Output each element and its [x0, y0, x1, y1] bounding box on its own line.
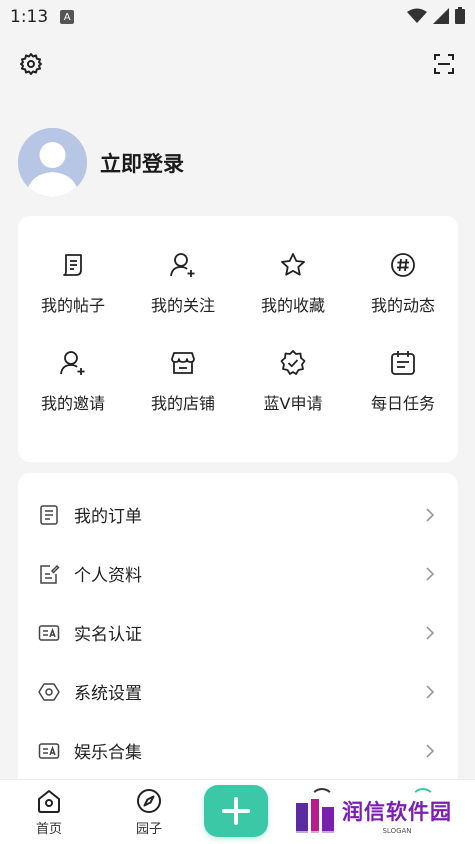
- list-item-system-settings[interactable]: 系统设置: [18, 662, 458, 721]
- scan-button[interactable]: [430, 50, 458, 78]
- grid-label: 蓝V申请: [263, 394, 323, 413]
- verified-badge-icon: [280, 350, 306, 375]
- nav-home-label: 首页: [35, 822, 62, 837]
- list-label: 我的订单: [74, 507, 142, 527]
- grid-item-my-invites[interactable]: 我的邀请: [18, 348, 128, 414]
- posts-icon: [63, 254, 82, 276]
- grid-label: 我的关注: [150, 296, 215, 315]
- hashtag-icon: [391, 253, 415, 277]
- store-icon: [171, 352, 195, 374]
- battery-icon: [455, 7, 465, 24]
- grid-item-my-activity[interactable]: 我的动态: [348, 250, 458, 316]
- list-item-my-orders[interactable]: 我的订单: [18, 485, 458, 544]
- login-link[interactable]: 立即登录: [100, 148, 184, 178]
- grid-label: 我的动态: [370, 296, 435, 315]
- list-label: 个人资料: [74, 566, 142, 586]
- status-time: 1:13: [10, 7, 49, 27]
- grid-item-my-follows[interactable]: 我的关注: [128, 250, 238, 316]
- edit-profile-icon: [40, 564, 60, 584]
- chevron-right-icon: [426, 507, 435, 522]
- list-label: 实名认证: [74, 625, 142, 645]
- notification-a-icon: A: [60, 10, 75, 24]
- calendar-icon: [391, 351, 415, 375]
- star-icon: [281, 253, 305, 276]
- grid-item-daily-tasks[interactable]: 每日任务: [348, 348, 458, 414]
- invite-icon: [60, 351, 85, 375]
- grid-label: 我的店铺: [150, 394, 215, 413]
- menu-list-card: 我的订单 个人资料 实名认证 系统设置 娱乐合集: [18, 473, 458, 813]
- grid-label: 我的收藏: [260, 296, 325, 315]
- grid-label: 我的帖子: [40, 296, 105, 315]
- list-label: 系统设置: [74, 684, 142, 704]
- scan-icon: [434, 54, 454, 74]
- status-bar: 1:13 A: [0, 0, 475, 34]
- nav-garden[interactable]: 园子: [119, 788, 179, 837]
- settings-gear-button[interactable]: [17, 50, 45, 78]
- list-item-personal-info[interactable]: 个人资料: [18, 544, 458, 603]
- watermark: 润信软件园 SLOGAN: [294, 796, 452, 835]
- order-icon: [40, 504, 58, 525]
- watermark-title: 润信软件园: [342, 800, 452, 824]
- home-icon: [38, 790, 60, 813]
- plus-icon: [222, 797, 250, 825]
- grid-item-blue-v-apply[interactable]: 蓝V申请: [238, 348, 348, 414]
- add-post-button[interactable]: [204, 785, 268, 837]
- avatar[interactable]: [18, 128, 87, 197]
- chevron-right-icon: [426, 625, 435, 640]
- watermark-slogan: SLOGAN: [382, 827, 412, 835]
- default-avatar-icon: [18, 128, 87, 197]
- signal-icon: [433, 7, 449, 24]
- chevron-right-icon: [426, 684, 435, 699]
- nav-garden-label: 园子: [135, 822, 162, 837]
- entertainment-icon: [38, 742, 60, 759]
- compass-icon: [137, 789, 161, 813]
- quick-actions-card: 我的帖子 我的关注 我的收藏 我的动态 我的邀请 我的店铺 蓝V申请 每日任务: [18, 216, 458, 462]
- id-card-icon: [38, 624, 60, 641]
- grid-item-my-posts[interactable]: 我的帖子: [18, 250, 128, 316]
- list-item-entertainment[interactable]: 娱乐合集: [18, 721, 458, 780]
- profile-header[interactable]: 立即登录: [18, 128, 184, 197]
- status-indicators: [407, 7, 465, 24]
- chevron-right-icon: [426, 743, 435, 758]
- grid-item-my-favorites[interactable]: 我的收藏: [238, 250, 348, 316]
- list-label: 娱乐合集: [74, 743, 142, 763]
- gear-icon: [20, 53, 42, 75]
- follow-icon: [170, 253, 195, 277]
- chevron-right-icon: [426, 566, 435, 581]
- hexagon-settings-icon: [38, 682, 60, 701]
- wifi-icon: [407, 8, 427, 23]
- grid-label: 我的邀请: [40, 394, 105, 413]
- nav-home[interactable]: 首页: [19, 788, 79, 837]
- watermark-logo-icon: [294, 798, 336, 835]
- grid-item-my-store[interactable]: 我的店铺: [128, 348, 238, 414]
- list-item-real-name-auth[interactable]: 实名认证: [18, 603, 458, 662]
- grid-label: 每日任务: [370, 394, 435, 413]
